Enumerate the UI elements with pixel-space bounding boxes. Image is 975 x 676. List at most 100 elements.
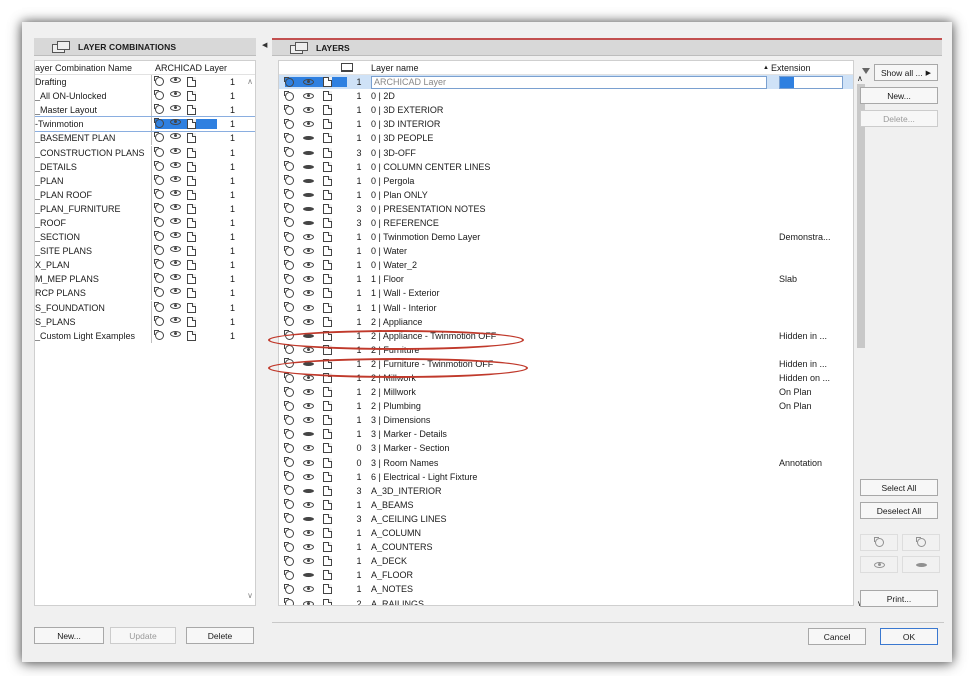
lock-icon[interactable] [284, 118, 294, 129]
layer-row[interactable]: 0 3 | Marker - Section [279, 441, 853, 455]
lock-icon[interactable] [284, 457, 294, 468]
collapse-arrow-icon[interactable]: ◀ [262, 41, 267, 49]
page-icon[interactable] [323, 161, 332, 172]
page-icon[interactable] [323, 217, 332, 228]
page-icon[interactable] [187, 119, 196, 130]
layer-row[interactable]: 2 A_RAILINGS [279, 596, 853, 605]
eye-icon[interactable] [170, 147, 181, 154]
layer-row[interactable]: 1 0 | Plan ONLY [279, 188, 853, 202]
lock-icon[interactable] [284, 569, 294, 580]
layer-row[interactable]: 1 2 | Plumbing On Plan [279, 399, 853, 413]
lock-icon[interactable] [284, 273, 294, 284]
page-icon[interactable] [323, 584, 332, 595]
eye-icon[interactable] [303, 290, 314, 297]
lock-icon[interactable] [284, 386, 294, 397]
page-icon[interactable] [323, 513, 332, 524]
lock-icon[interactable] [284, 414, 294, 425]
eye-icon[interactable] [170, 105, 181, 112]
lock-icon[interactable] [284, 527, 294, 538]
eye-icon[interactable] [303, 262, 314, 269]
layer-combination-row[interactable]: M_MEP PLANS 1 [35, 272, 255, 287]
lock-icon[interactable] [284, 583, 294, 594]
eye-icon[interactable] [303, 346, 314, 353]
page-icon[interactable] [323, 387, 332, 398]
eye-icon[interactable] [303, 473, 314, 480]
layer-row[interactable]: 3 A_3D_INTERIOR [279, 484, 853, 498]
lock-icon[interactable] [154, 231, 164, 242]
eye-icon[interactable] [303, 79, 314, 86]
layer-row[interactable]: 1 0 | Twinmotion Demo Layer Demonstra... [279, 230, 853, 244]
page-icon[interactable] [187, 189, 196, 200]
layer-combination-row[interactable]: _CONSTRUCTION PLANS 1 [35, 145, 255, 160]
layer-row[interactable]: 3 A_CEILING LINES [279, 512, 853, 526]
lock-icon[interactable] [284, 132, 294, 143]
lock-icon[interactable] [284, 217, 294, 228]
show-layer-button[interactable] [860, 556, 898, 573]
page-icon[interactable] [187, 133, 196, 144]
layer-row[interactable]: 1 0 | Water [279, 244, 853, 258]
layers-scrollbar[interactable]: ∧ ∨ [854, 74, 868, 608]
lock-icon[interactable] [154, 160, 164, 171]
eye-icon[interactable] [170, 232, 181, 239]
layer-row[interactable]: 1 3 | Dimensions [279, 413, 853, 427]
eye-icon[interactable] [303, 206, 314, 211]
lock-icon[interactable] [284, 442, 294, 453]
eye-icon[interactable] [170, 260, 181, 267]
layer-row[interactable]: 1 0 | 3D EXTERIOR [279, 103, 853, 117]
eye-icon[interactable] [303, 93, 314, 100]
lock-icon[interactable] [154, 287, 164, 298]
lock-icon[interactable] [284, 203, 294, 214]
page-icon[interactable] [187, 274, 196, 285]
eye-icon[interactable] [303, 432, 314, 437]
lock-icon[interactable] [284, 161, 294, 172]
new-combination-button[interactable]: New... [34, 627, 104, 644]
page-icon[interactable] [323, 91, 332, 102]
lock-icon[interactable] [284, 471, 294, 482]
lock-icon[interactable] [154, 132, 164, 143]
lock-icon[interactable] [154, 188, 164, 199]
layer-row[interactable]: 1 A_COUNTERS [279, 540, 853, 554]
page-icon[interactable] [323, 499, 332, 510]
layer-combination-row[interactable]: _BASEMENT PLAN 1 [35, 131, 255, 146]
lock-icon[interactable] [284, 316, 294, 327]
eye-icon[interactable] [170, 302, 181, 309]
page-icon[interactable] [323, 260, 332, 271]
print-button[interactable]: Print... [860, 590, 938, 607]
page-icon[interactable] [187, 260, 196, 271]
page-icon[interactable] [187, 161, 196, 172]
eye-icon[interactable] [303, 107, 314, 114]
page-icon[interactable] [187, 175, 196, 186]
new-layer-button[interactable]: New... [860, 87, 938, 104]
lock-icon[interactable] [284, 104, 294, 115]
lock-icon[interactable] [284, 485, 294, 496]
eye-icon[interactable] [170, 274, 181, 281]
eye-icon[interactable] [170, 203, 181, 210]
layer-group-icon[interactable] [341, 63, 353, 72]
deselect-all-button[interactable]: Deselect All [860, 502, 938, 519]
eye-icon[interactable] [303, 445, 314, 452]
eye-icon[interactable] [303, 304, 314, 311]
eye-icon[interactable] [303, 501, 314, 508]
page-icon[interactable] [323, 189, 332, 200]
eye-icon[interactable] [170, 91, 181, 98]
page-icon[interactable] [187, 91, 196, 102]
layer-row[interactable]: 1 2 | Appliance [279, 315, 853, 329]
page-icon[interactable] [323, 415, 332, 426]
eye-icon[interactable] [303, 192, 314, 197]
eye-icon[interactable] [170, 133, 181, 140]
lock-icon[interactable] [284, 175, 294, 186]
eye-icon[interactable] [170, 288, 181, 295]
layer-row[interactable]: 3 0 | PRESENTATION NOTES [279, 202, 853, 216]
eye-icon[interactable] [303, 459, 314, 466]
page-icon[interactable] [323, 570, 332, 581]
eye-icon[interactable] [170, 175, 181, 182]
layer-combination-row[interactable]: RCP PLANS 1 [35, 286, 255, 301]
layer-row[interactable]: 0 3 | Room Names Annotation [279, 456, 853, 470]
eye-icon[interactable] [303, 136, 314, 141]
lock-icon[interactable] [154, 245, 164, 256]
unlock-button[interactable] [860, 534, 898, 551]
eye-icon[interactable] [303, 220, 314, 225]
layer-row[interactable]: 1 0 | 3D PEOPLE [279, 131, 853, 145]
lock-icon[interactable] [284, 259, 294, 270]
eye-icon[interactable] [303, 375, 314, 382]
